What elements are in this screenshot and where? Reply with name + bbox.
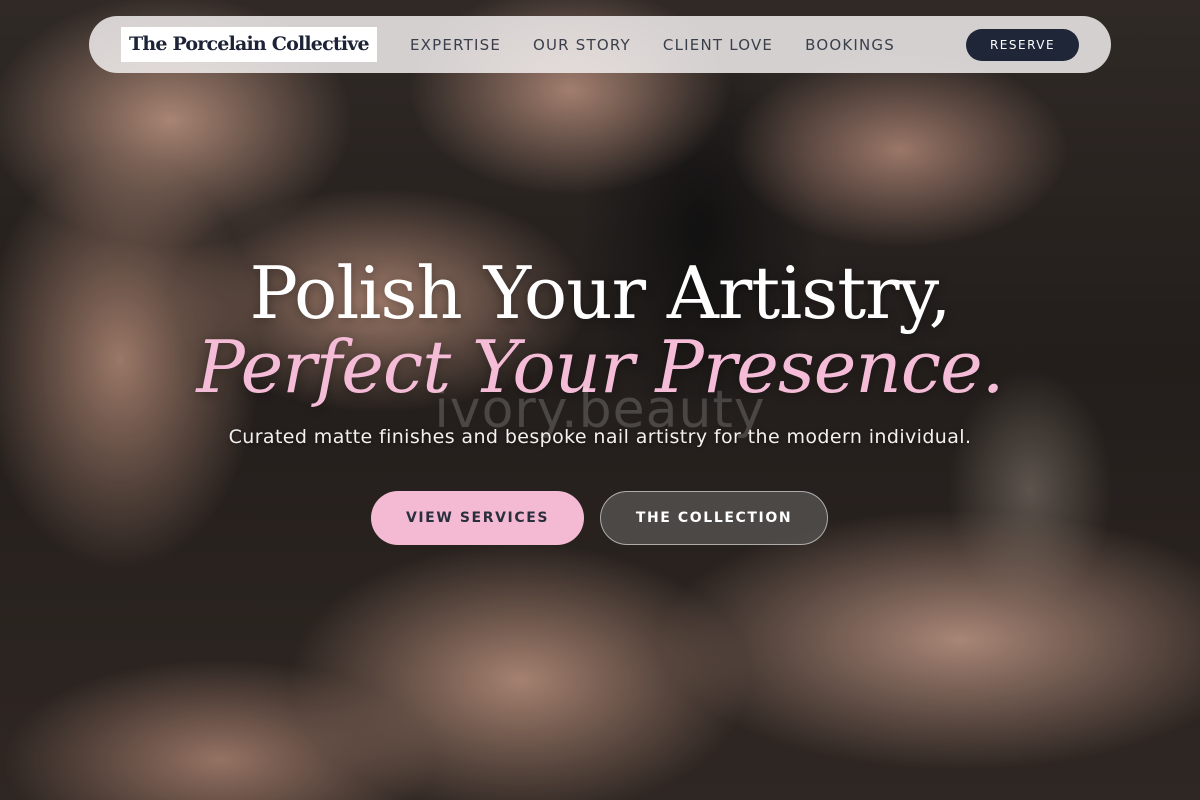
nav-link-bookings[interactable]: BOOKINGS	[805, 36, 895, 54]
the-collection-button[interactable]: THE COLLECTION	[600, 491, 828, 545]
hero-subheadline: Curated matte finishes and bespoke nail …	[228, 426, 972, 448]
reserve-button[interactable]: RESERVE	[966, 29, 1079, 61]
nav-link-expertise[interactable]: EXPERTISE	[410, 36, 501, 54]
nav-links: EXPERTISE OUR STORY CLIENT LOVE BOOKINGS	[410, 16, 927, 73]
hero-headline-line1: Polish Your Artistry,	[249, 251, 951, 335]
top-navigation-bar: The Porcelain Collective EXPERTISE OUR S…	[89, 16, 1111, 73]
hero-section: The Porcelain Collective EXPERTISE OUR S…	[0, 0, 1200, 800]
nav-link-our-story[interactable]: OUR STORY	[533, 36, 631, 54]
brand-logo[interactable]: The Porcelain Collective	[121, 27, 377, 62]
view-services-button[interactable]: VIEW SERVICES	[371, 491, 584, 545]
nav-link-client-love[interactable]: CLIENT LOVE	[663, 36, 773, 54]
